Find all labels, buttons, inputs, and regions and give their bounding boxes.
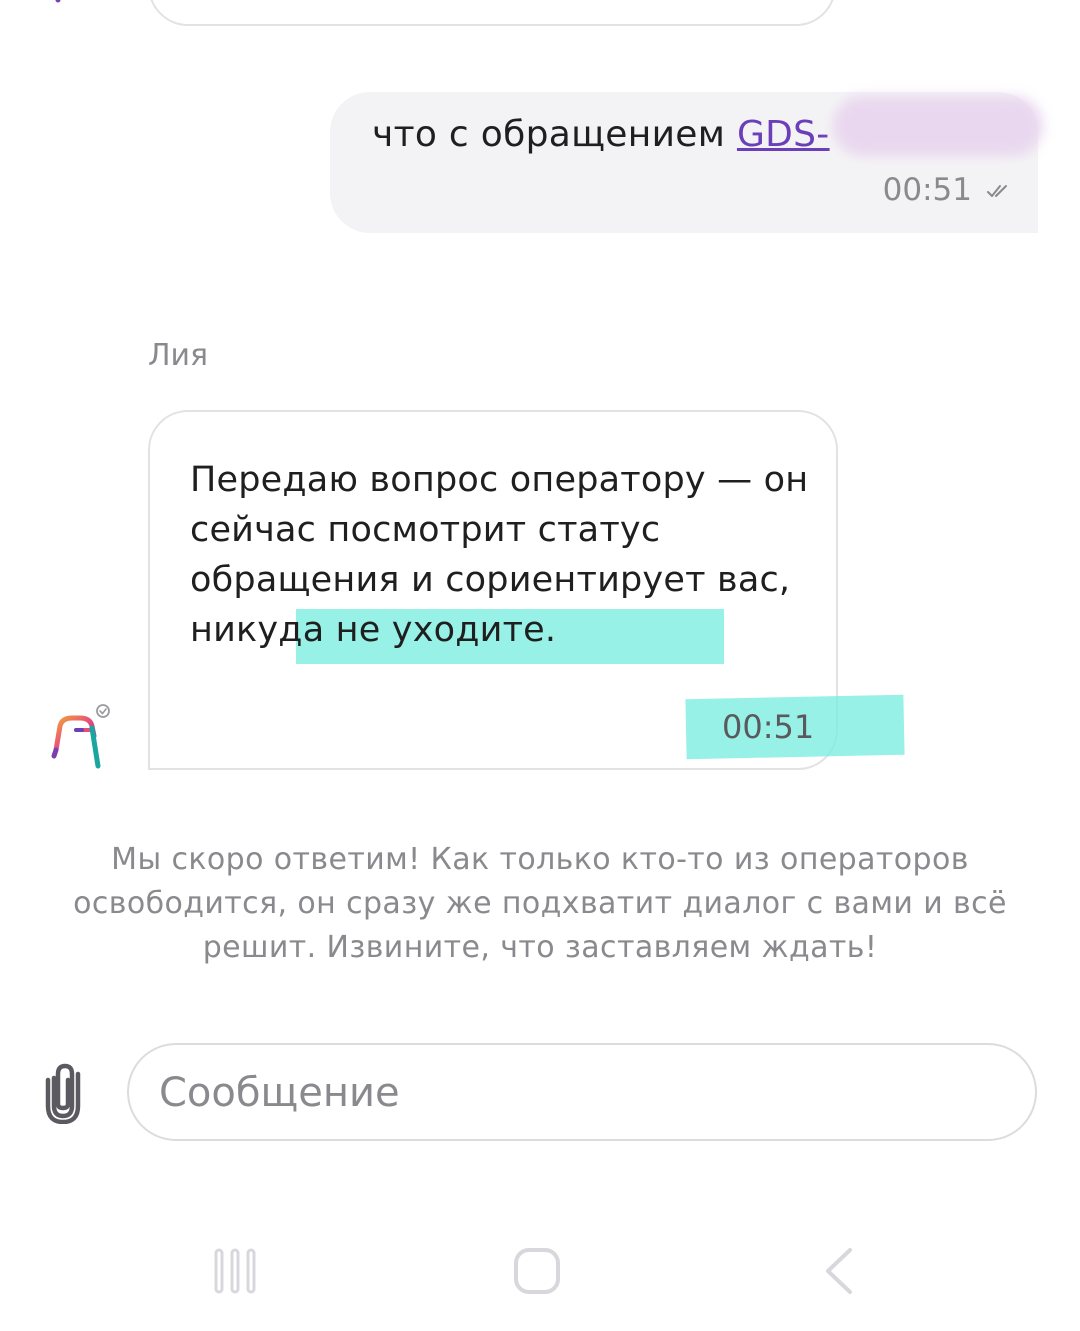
back-icon[interactable] — [820, 1246, 860, 1296]
user-message-body: что с обращением — [372, 114, 737, 155]
redaction-blur — [833, 96, 1043, 156]
paperclip-icon[interactable] — [40, 1060, 86, 1124]
user-message-time: 00:51 — [882, 172, 972, 208]
brand-bag-icon — [51, 704, 110, 769]
message-input-container[interactable] — [127, 1043, 1037, 1141]
home-icon[interactable] — [512, 1246, 562, 1296]
bot-message-time: 00:51 — [722, 708, 815, 746]
bot-message-text-part: икуда не уходите. — [213, 610, 557, 650]
ticket-prefix: GDS- — [736, 114, 830, 155]
recents-icon[interactable] — [210, 1246, 260, 1296]
bot-message-text: Передаю вопрос оператору — он сейчас пос… — [190, 455, 810, 655]
user-message-bubble: что с обращением GDS- 00:51 — [330, 92, 1043, 233]
message-input[interactable] — [159, 1065, 999, 1121]
sender-name: Лия — [148, 338, 209, 373]
double-check-icon — [987, 185, 1007, 197]
previous-message-bubble — [148, 0, 836, 26]
system-notice: Мы скоро ответим! Как только кто-то из о… — [73, 842, 1007, 965]
brand-bag-icon — [55, 0, 61, 3]
